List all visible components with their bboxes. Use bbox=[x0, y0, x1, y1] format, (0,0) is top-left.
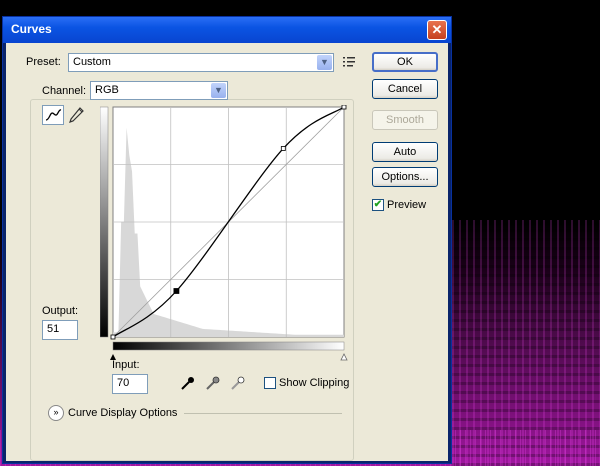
curves-graph-area bbox=[100, 105, 348, 361]
gray-point-eyedropper-icon[interactable] bbox=[204, 374, 222, 392]
ok-button[interactable]: OK bbox=[372, 52, 438, 72]
divider bbox=[184, 413, 342, 414]
white-point-eyedropper-icon[interactable] bbox=[229, 374, 247, 392]
dialog-body: Preset: Custom ▼ OK Cancel Smooth Auto O… bbox=[6, 43, 448, 461]
preset-options-icon[interactable] bbox=[343, 56, 357, 68]
dialog-title: Curves bbox=[11, 22, 52, 36]
curve-control-point[interactable] bbox=[341, 105, 347, 110]
preset-value: Custom bbox=[73, 56, 111, 68]
auto-button[interactable]: Auto bbox=[372, 142, 438, 162]
show-clipping-label: Show Clipping bbox=[279, 377, 350, 389]
preset-select[interactable]: Custom ▼ bbox=[68, 53, 334, 72]
curve-tool-icon bbox=[45, 109, 62, 121]
output-gradient-bar bbox=[100, 106, 109, 338]
preset-label: Preset: bbox=[26, 56, 61, 68]
chevron-down-icon: ▼ bbox=[317, 55, 332, 70]
black-point-eyedropper-icon[interactable] bbox=[179, 374, 197, 392]
pencil-tool-icon[interactable] bbox=[67, 105, 85, 125]
curve-control-point[interactable] bbox=[280, 146, 286, 151]
curve-control-point[interactable] bbox=[110, 334, 116, 340]
cancel-button[interactable]: Cancel bbox=[372, 79, 438, 99]
title-bar[interactable]: Curves ✕ bbox=[3, 17, 451, 43]
preview-label: Preview bbox=[387, 199, 427, 211]
curve-tool-button[interactable] bbox=[42, 105, 64, 125]
options-button[interactable]: Options... bbox=[372, 167, 438, 187]
channel-label: Channel: bbox=[42, 85, 87, 97]
smooth-button[interactable]: Smooth bbox=[372, 110, 438, 130]
show-clipping-checkbox[interactable] bbox=[264, 377, 276, 389]
input-gradient-bar bbox=[112, 341, 345, 351]
output-label: Output: bbox=[42, 305, 79, 317]
curves-dialog: Curves ✕ Preset: Custom ▼ OK Cancel Smoo… bbox=[2, 16, 452, 464]
input-field[interactable]: 70 bbox=[112, 374, 148, 394]
channel-value: RGB bbox=[95, 84, 119, 96]
input-label: Input: bbox=[112, 359, 140, 371]
output-field[interactable]: 51 bbox=[42, 320, 78, 340]
channel-select[interactable]: RGB ▼ bbox=[90, 81, 228, 100]
preview-checkbox[interactable]: ✔ bbox=[372, 199, 384, 211]
chevron-down-icon: ▼ bbox=[211, 83, 226, 98]
curve-display-options-label[interactable]: Curve Display Options bbox=[68, 407, 177, 419]
curve-control-point[interactable] bbox=[173, 288, 180, 294]
expand-icon[interactable]: » bbox=[48, 405, 64, 421]
close-button[interactable]: ✕ bbox=[427, 20, 447, 40]
white-point-slider[interactable] bbox=[340, 353, 348, 361]
